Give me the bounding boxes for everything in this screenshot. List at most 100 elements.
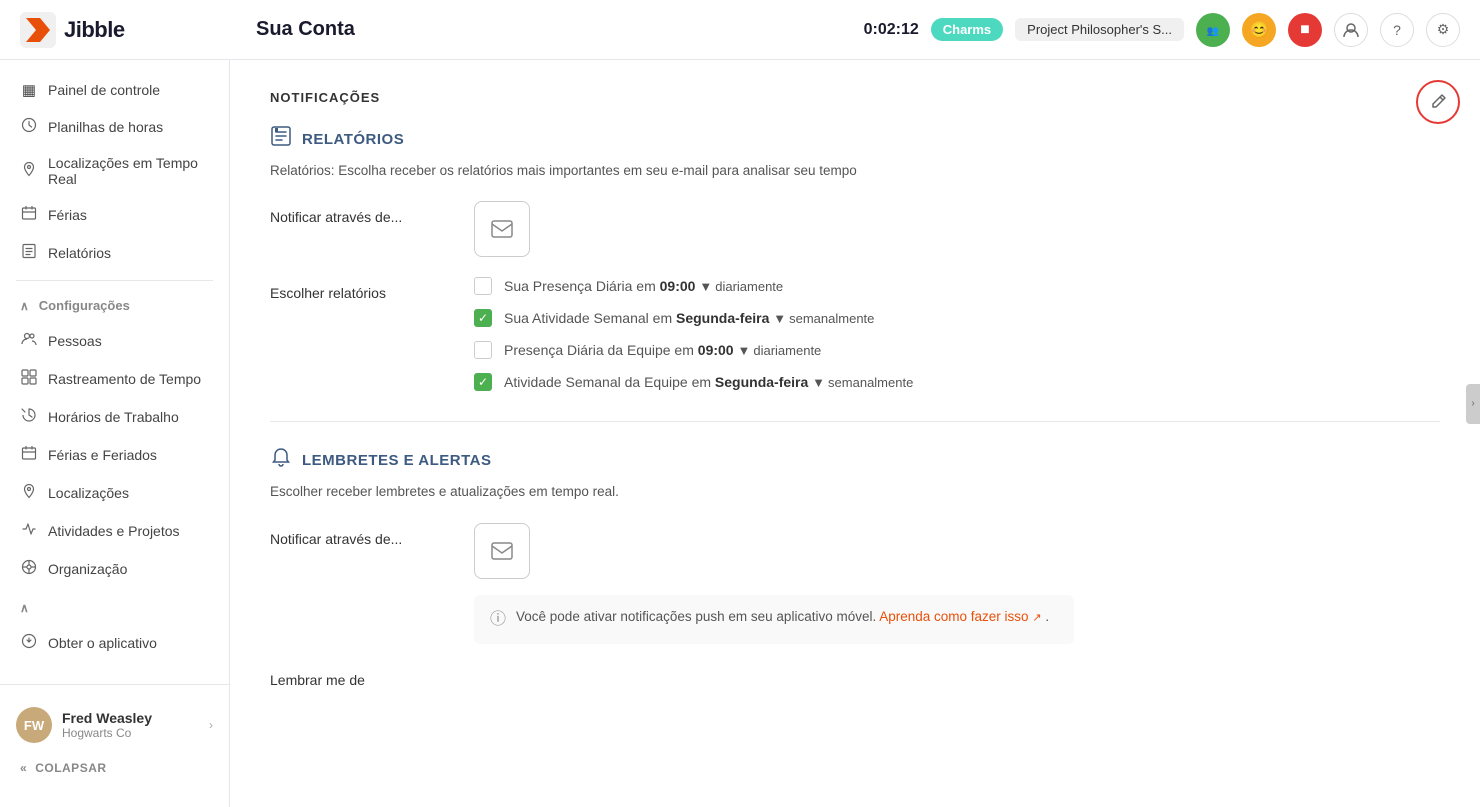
project-badge[interactable]: Project Philosopher's S... xyxy=(1015,18,1184,41)
collapse-button[interactable]: « COLAPSAR xyxy=(0,753,229,783)
config-section-header[interactable]: ∧ Configurações xyxy=(0,289,229,322)
header-right: 0:02:12 Charms Project Philosopher's S..… xyxy=(864,13,1460,47)
work-hours-icon xyxy=(20,407,38,427)
email-channel-button[interactable] xyxy=(474,201,530,257)
choose-reports-label: Escolher relatórios xyxy=(270,277,450,301)
sidebar-item-people[interactable]: Pessoas xyxy=(0,322,229,360)
get-app-label: Obter o aplicativo xyxy=(48,635,157,651)
chevron-up2-icon: ∧ xyxy=(20,601,29,615)
reminders-email-channel-button[interactable] xyxy=(474,523,530,579)
report-text-team-weekly: Atividade Semanal da Equipe em Segunda-f… xyxy=(504,374,913,390)
remind-me-row: Lembrar me de xyxy=(270,664,1440,688)
charms-badge[interactable]: Charms xyxy=(931,18,1003,41)
collapse-label: COLAPSAR xyxy=(35,761,106,775)
activities-icon xyxy=(20,521,38,541)
sidebar-item-reports[interactable]: Relatórios xyxy=(0,234,229,272)
reports-list: Sua Presença Diária em 09:00 ▼ diariamen… xyxy=(474,277,1440,391)
sidebar-divider xyxy=(16,280,213,281)
header: Jibble Sua Conta 0:02:12 Charms Project … xyxy=(0,0,1480,60)
report-checkbox-team-daily[interactable] xyxy=(474,341,492,359)
sidebar-item-label: Painel de controle xyxy=(48,82,160,98)
choose-reports-row: Escolher relatórios Sua Presença Diária … xyxy=(270,277,1440,391)
sidebar-item-label: Localizações xyxy=(48,485,129,501)
sidebar-item-realtime[interactable]: Localizações em Tempo Real xyxy=(0,146,229,196)
learn-how-text: Aprenda como fazer isso xyxy=(879,609,1028,624)
info-icon: ⓘ xyxy=(490,608,506,632)
sidebar-section-second-header[interactable]: ∧ xyxy=(0,592,229,624)
report-checkbox-daily-presence[interactable] xyxy=(474,277,492,295)
sidebar-bottom: FW Fred Weasley Hogwarts Co › « COLAPSAR xyxy=(0,684,229,795)
content-area: NOTIFICAÇÕES RELATÓRIOS Relatórios: Esco… xyxy=(230,60,1480,807)
push-notification-info: ⓘ Você pode ativar notificações push em … xyxy=(474,595,1074,644)
sidebar-item-label: Férias xyxy=(48,207,87,223)
sidebar-item-activities[interactable]: Atividades e Projetos xyxy=(0,512,229,550)
report-frequency-dropdown-2[interactable]: ▼ semanalmente xyxy=(773,311,874,326)
sidebar-item-timesheets[interactable]: Planilhas de horas xyxy=(0,108,229,146)
time-tracking-icon xyxy=(20,369,38,389)
sidebar-item-time-tracking[interactable]: Rastreamento de Tempo xyxy=(0,360,229,398)
user-avatar: FW xyxy=(16,707,52,743)
sidebar-item-label: Relatórios xyxy=(48,245,111,261)
sidebar-item-vacation[interactable]: Férias xyxy=(0,196,229,234)
reports-icon xyxy=(20,243,38,263)
sidebar-item-holidays[interactable]: Férias e Feriados xyxy=(0,436,229,474)
user-profile[interactable]: FW Fred Weasley Hogwarts Co › xyxy=(0,697,229,753)
report-item-team-weekly: ✓ Atividade Semanal da Equipe em Segunda… xyxy=(474,373,1440,391)
learn-how-link[interactable]: Aprenda como fazer isso ↗ xyxy=(879,609,1045,624)
report-frequency-dropdown[interactable]: ▼ diariamente xyxy=(699,279,783,294)
reminders-notify-value: ⓘ Você pode ativar notificações push em … xyxy=(474,523,1440,644)
edit-button[interactable] xyxy=(1416,80,1460,124)
reminders-notify-row: Notificar através de... ⓘ Você pode ativ… xyxy=(270,523,1440,644)
push-info-text: Você pode ativar notificações push em se… xyxy=(516,607,1049,627)
logo-icon xyxy=(20,12,56,48)
user-info: Fred Weasley Hogwarts Co xyxy=(62,710,199,740)
config-label: Configurações xyxy=(39,298,130,313)
reminders-section-title: LEMBRETES E ALERTAS xyxy=(302,452,492,469)
info-suffix: . xyxy=(1045,609,1049,624)
svg-text:👥: 👥 xyxy=(1207,26,1219,37)
download-icon xyxy=(20,633,38,653)
sidebar-item-label: Organização xyxy=(48,561,127,577)
location-icon xyxy=(20,161,38,181)
dropdown-arrow-3: ▼ xyxy=(737,343,750,358)
reports-notify-label: Notificar através de... xyxy=(270,201,450,225)
sidebar-item-organization[interactable]: Organização xyxy=(0,550,229,588)
avatar-yellow[interactable]: 😊 xyxy=(1242,13,1276,47)
user-name: Fred Weasley xyxy=(62,710,199,726)
report-text-team-daily: Presença Diária da Equipe em 09:00 ▼ dia… xyxy=(504,342,821,358)
sidebar-item-work-hours[interactable]: Horários de Trabalho xyxy=(0,398,229,436)
logo-text: Jibble xyxy=(64,17,125,43)
help-icon: ? xyxy=(1393,22,1401,38)
settings-icon-btn[interactable]: ⚙ xyxy=(1426,13,1460,47)
sidebar-item-label: Pessoas xyxy=(48,333,102,349)
report-item-team-daily: Presença Diária da Equipe em 09:00 ▼ dia… xyxy=(474,341,1440,359)
push-info-main-text: Você pode ativar notificações push em se… xyxy=(516,609,876,624)
help-icon-btn[interactable]: ? xyxy=(1380,13,1414,47)
report-frequency-dropdown-3[interactable]: ▼ diariamente xyxy=(737,343,821,358)
email-icon-2 xyxy=(490,539,514,563)
dropdown-arrow-2: ▼ xyxy=(773,311,786,326)
report-frequency-dropdown-4[interactable]: ▼ semanalmente xyxy=(812,375,913,390)
right-edge-handle[interactable]: › xyxy=(1466,384,1480,424)
sidebar-item-dashboard[interactable]: ▦ Painel de controle xyxy=(0,72,229,108)
sidebar-item-label: Atividades e Projetos xyxy=(48,523,180,539)
reports-notify-value xyxy=(474,201,1440,257)
user-icon-btn[interactable] xyxy=(1334,13,1368,47)
clock-icon xyxy=(20,117,38,137)
avatar-green[interactable]: 👥 xyxy=(1196,13,1230,47)
sidebar-item-label: Horários de Trabalho xyxy=(48,409,179,425)
timer-display: 0:02:12 xyxy=(864,21,919,39)
report-checkbox-weekly-activity[interactable]: ✓ xyxy=(474,309,492,327)
avatar-red[interactable]: ■ xyxy=(1288,13,1322,47)
bell-icon xyxy=(270,446,292,474)
sidebar-item-get-app[interactable]: Obter o aplicativo xyxy=(0,624,229,662)
content-inner: NOTIFICAÇÕES RELATÓRIOS Relatórios: Esco… xyxy=(230,60,1480,807)
sidebar: ▦ Painel de controle Planilhas de horas … xyxy=(0,60,230,807)
sidebar-item-locations[interactable]: Localizações xyxy=(0,474,229,512)
email-icon xyxy=(490,217,514,241)
pencil-icon xyxy=(1429,93,1447,111)
chevron-right-icon: › xyxy=(209,718,213,732)
dropdown-arrow-4: ▼ xyxy=(812,375,825,390)
report-checkbox-team-weekly[interactable]: ✓ xyxy=(474,373,492,391)
people-icon xyxy=(20,331,38,351)
